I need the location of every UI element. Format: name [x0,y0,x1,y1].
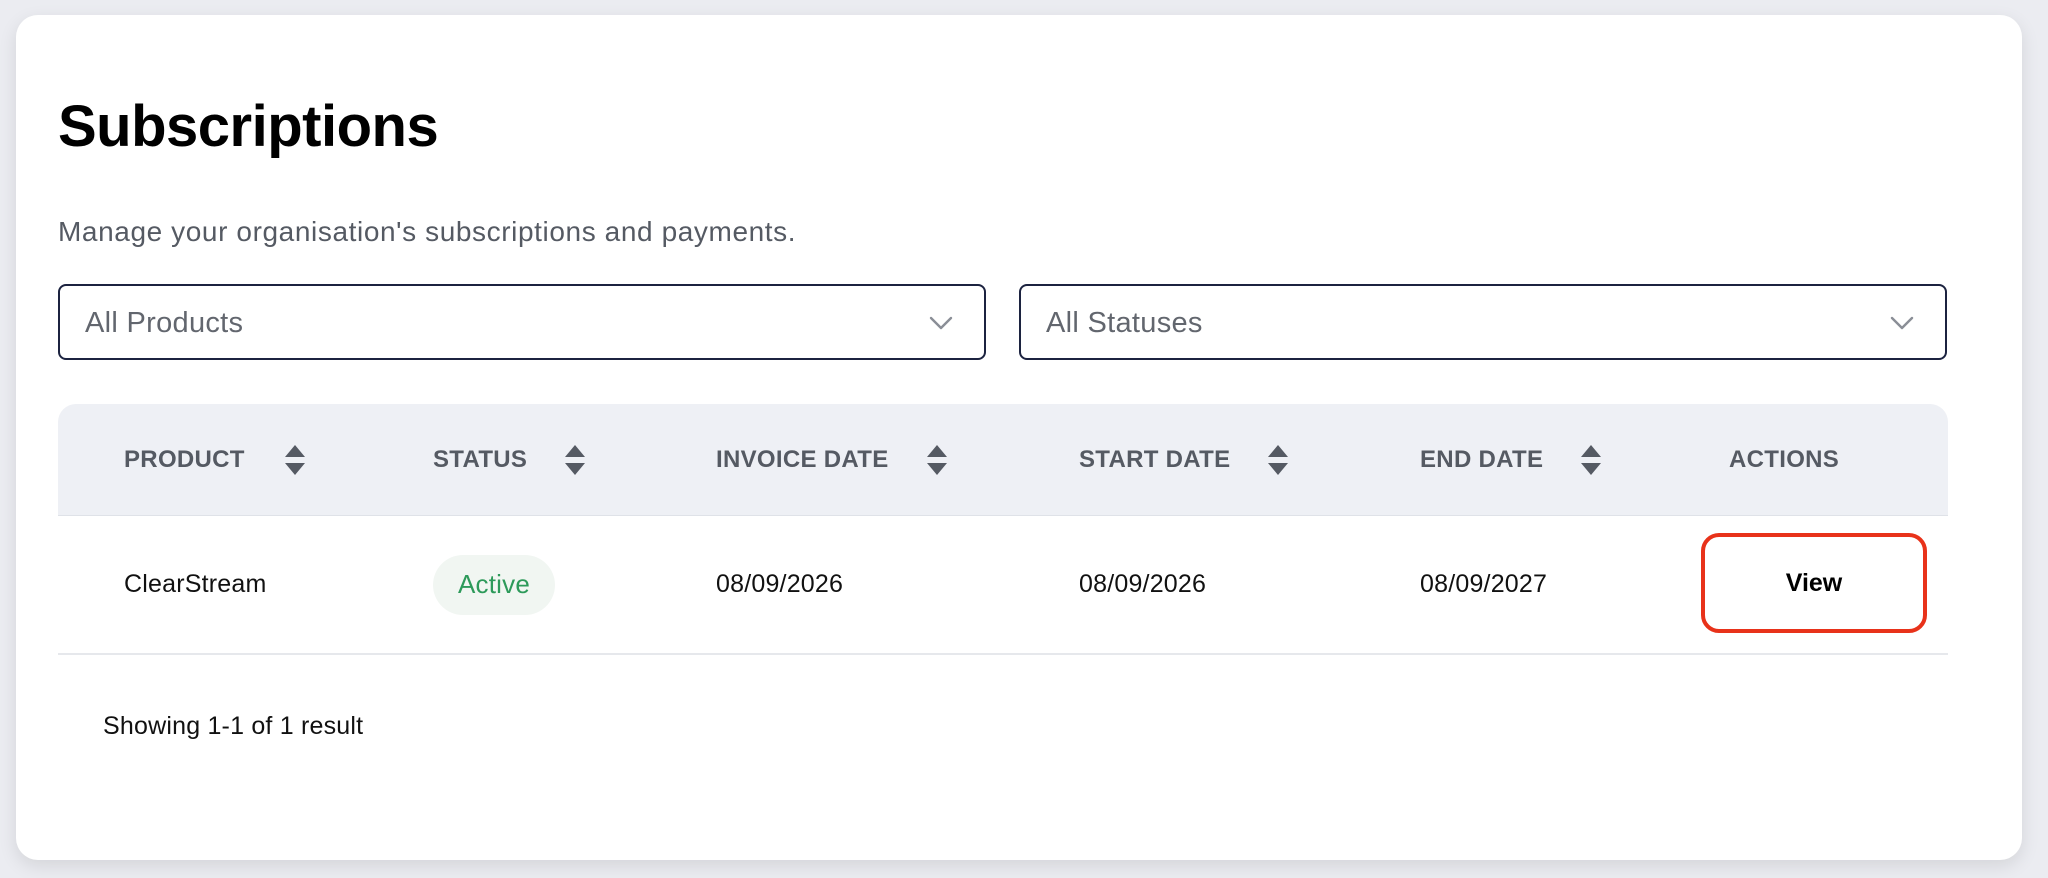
sort-icon [284,444,305,475]
column-header-end-date[interactable]: END DATE [1420,404,1602,515]
column-header-label: INVOICE DATE [716,445,889,473]
column-header-label: ACTIONS [1729,445,1840,473]
column-header-start-date[interactable]: START DATE [1079,404,1289,515]
cell-product: ClearStream [124,570,267,598]
cell-end-date: 08/09/2027 [1420,570,1548,598]
column-header-status[interactable]: STATUS [433,404,586,515]
column-header-actions: ACTIONS [1729,404,1839,515]
page-title: Subscriptions [58,94,439,159]
sort-icon [565,444,586,475]
view-button[interactable]: View [1701,533,1927,633]
column-header-label: END DATE [1420,445,1544,473]
column-header-label: STATUS [433,445,528,473]
chevron-down-icon [929,316,953,330]
cell-invoice-date: 08/09/2026 [716,570,844,598]
table-row: ClearStream Active 08/09/2026 08/09/2026… [58,516,1948,655]
sort-icon [926,444,947,475]
product-filter-value: All Products [85,307,244,339]
sort-icon [1268,444,1289,475]
status-badge: Active [433,554,556,615]
subscriptions-table: PRODUCT STATUS INVOICE DATE START DATE E… [58,404,1948,655]
results-count: Showing 1-1 of 1 result [103,712,364,740]
chevron-down-icon [1890,316,1914,330]
column-header-product[interactable]: PRODUCT [124,404,305,515]
column-header-label: START DATE [1079,445,1231,473]
column-header-invoice-date[interactable]: INVOICE DATE [716,404,947,515]
product-filter-select[interactable]: All Products [58,284,986,360]
sort-icon [1581,444,1602,475]
cell-status: Active [433,516,556,653]
status-filter-value: All Statuses [1046,307,1203,339]
status-filter-select[interactable]: All Statuses [1019,284,1947,360]
page-subtitle: Manage your organisation's subscriptions… [58,216,797,247]
column-header-label: PRODUCT [124,445,245,473]
cell-start-date: 08/09/2026 [1079,570,1207,598]
table-header-row: PRODUCT STATUS INVOICE DATE START DATE E… [58,404,1948,516]
